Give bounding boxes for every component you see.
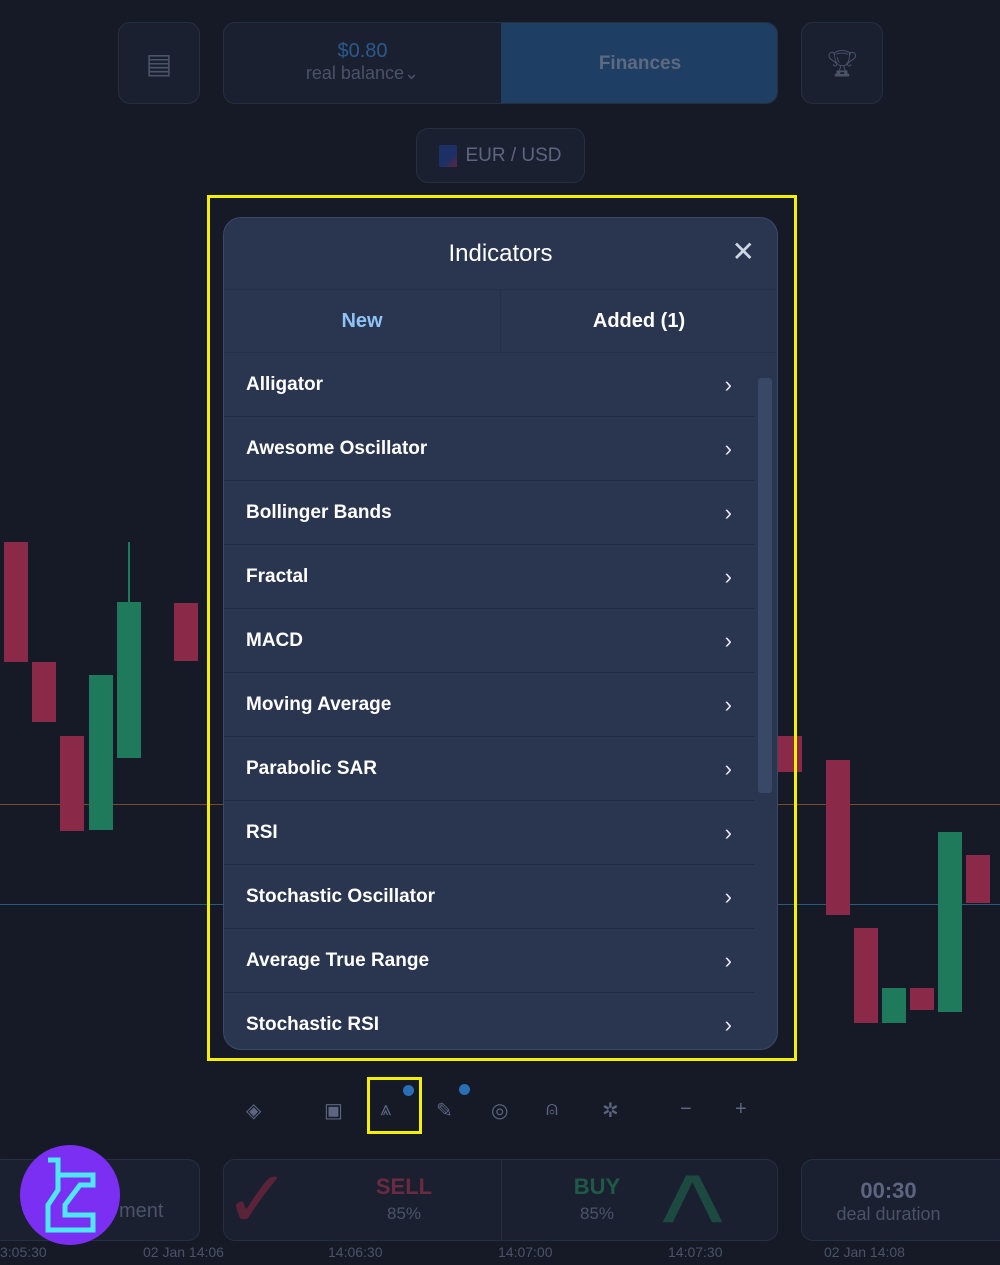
balance-amount: $0.80 [337, 40, 388, 62]
candle [882, 988, 906, 1023]
sell-arrow-icon: ✓ [224, 1159, 292, 1241]
indicator-item[interactable]: MACD › [224, 609, 754, 673]
indicator-label: Moving Average [246, 693, 392, 715]
highlight-box [367, 1077, 422, 1134]
chevron-right-icon: › [724, 691, 732, 717]
buy-arrow-icon: ^ [662, 1159, 724, 1241]
watermark-logo [20, 1145, 120, 1245]
duration-field[interactable]: 00:30 deal duration [801, 1159, 1000, 1241]
chevron-right-icon: › [724, 563, 732, 589]
chest-button[interactable]: ▤ [118, 22, 200, 104]
pencil-icon[interactable]: ✎ [436, 1098, 453, 1123]
chevron-right-icon: › [724, 755, 732, 781]
indicator-label: Fractal [246, 565, 309, 587]
candle [32, 662, 56, 722]
settings-icon[interactable]: ✲ [602, 1098, 619, 1123]
trophy-button[interactable]: 🏆︎ [801, 22, 883, 104]
indicator-label: Alligator [246, 373, 324, 395]
indicator-label: Awesome Oscillator [246, 437, 428, 459]
crosshair-icon[interactable]: ◎ [491, 1098, 508, 1123]
zoom-in-icon[interactable]: + [735, 1098, 747, 1121]
indicator-item[interactable]: Parabolic SAR › [224, 737, 754, 801]
indicator-label: Stochastic Oscillator [246, 885, 436, 907]
sell-payout: 85% [386, 1204, 422, 1223]
indicator-item[interactable]: Fractal › [224, 545, 754, 609]
time-label: 14:07:00 [498, 1244, 553, 1260]
modal-title: Indicators [224, 218, 777, 290]
candle [826, 760, 850, 915]
asset-name: EUR / USD [465, 144, 562, 166]
balance-selector[interactable]: $0.80 real balance⌄ [224, 23, 501, 103]
chevron-right-icon: › [724, 819, 732, 845]
candle [60, 736, 84, 831]
chevron-right-icon: › [724, 499, 732, 525]
candle [117, 602, 141, 758]
chevron-down-icon: ⌄ [403, 63, 420, 83]
indicator-label: RSI [246, 821, 278, 843]
chevron-right-icon: › [724, 1011, 732, 1037]
duration-label: deal duration [836, 1204, 941, 1224]
indicator-label: Parabolic SAR [246, 757, 377, 779]
close-icon[interactable]: ✕ [732, 238, 755, 266]
time-label: 3:05:30 [0, 1244, 47, 1260]
sell-button[interactable]: ✓ SELL 85% [224, 1159, 501, 1241]
candle [174, 603, 198, 661]
chevron-right-icon: › [724, 627, 732, 653]
time-label: 02 Jan 14:06 [143, 1244, 224, 1260]
candle [966, 855, 990, 903]
balance-label: real balance [305, 63, 404, 83]
indicator-item[interactable]: Bollinger Bands › [224, 481, 754, 545]
notification-dot [459, 1084, 470, 1095]
buy-button[interactable]: BUY 85% ^ [501, 1159, 777, 1241]
chevron-right-icon: › [724, 947, 732, 973]
indicator-list: Alligator › Awesome Oscillator › Bollinger… [224, 353, 777, 1049]
candle [89, 675, 113, 830]
indicator-item[interactable]: Stochastic RSI › [224, 993, 754, 1049]
logo-icon [45, 1157, 96, 1233]
indicator-item[interactable]: RSI › [224, 801, 754, 865]
time-label: 14:06:30 [328, 1244, 383, 1260]
balance-bar: $0.80 real balance⌄ Finances [223, 22, 778, 104]
duration-value: 00:30 [860, 1178, 917, 1203]
zoom-out-icon[interactable]: − [680, 1098, 692, 1121]
chevron-right-icon: › [724, 435, 732, 461]
tab-added[interactable]: Added (1) [500, 290, 777, 352]
trophy-icon: 🏆︎ [825, 47, 859, 78]
indicator-item[interactable]: Average True Range › [224, 929, 754, 993]
asset-selector[interactable]: EUR / USD [416, 128, 585, 183]
indicators-alt-icon[interactable]: ◈ [246, 1098, 261, 1123]
indicator-label: Bollinger Bands [246, 501, 392, 523]
indicator-item[interactable]: Stochastic Oscillator › [224, 865, 754, 929]
time-label: 02 Jan 14:08 [824, 1244, 905, 1260]
candle-wick [128, 542, 130, 602]
tab-new[interactable]: New [224, 290, 500, 352]
time-label: 14:07:30 [668, 1244, 723, 1260]
indicator-item[interactable]: Alligator › [224, 353, 754, 417]
indicator-item[interactable]: Moving Average › [224, 673, 754, 737]
indicator-label: MACD [246, 629, 303, 651]
chevron-right-icon: › [724, 883, 732, 909]
add-user-icon[interactable]: ⍝ [546, 1098, 558, 1121]
scrollbar[interactable] [758, 378, 772, 793]
buy-payout: 85% [579, 1204, 615, 1223]
investment-label: ment [119, 1200, 164, 1222]
chart-type-icon[interactable]: ▣ [324, 1098, 343, 1123]
buy-label: BUY [573, 1174, 621, 1199]
candle [854, 928, 878, 1023]
indicator-item[interactable]: Awesome Oscillator › [224, 417, 754, 481]
indicator-label: Stochastic RSI [246, 1013, 380, 1035]
candle [910, 988, 934, 1010]
trade-buttons: ✓ SELL 85% BUY 85% ^ [223, 1159, 778, 1241]
indicator-label: Average True Range [246, 949, 430, 971]
sell-label: SELL [375, 1174, 433, 1199]
indicators-modal: Indicators ✕ New Added (1) Alligator › Aw… [223, 217, 778, 1050]
eur-usd-flag-icon [439, 144, 458, 167]
finances-button[interactable]: Finances [501, 23, 777, 103]
candle [938, 832, 962, 1012]
chest-icon: ▤ [145, 47, 173, 79]
candle [4, 542, 28, 662]
chevron-right-icon: › [724, 371, 732, 397]
